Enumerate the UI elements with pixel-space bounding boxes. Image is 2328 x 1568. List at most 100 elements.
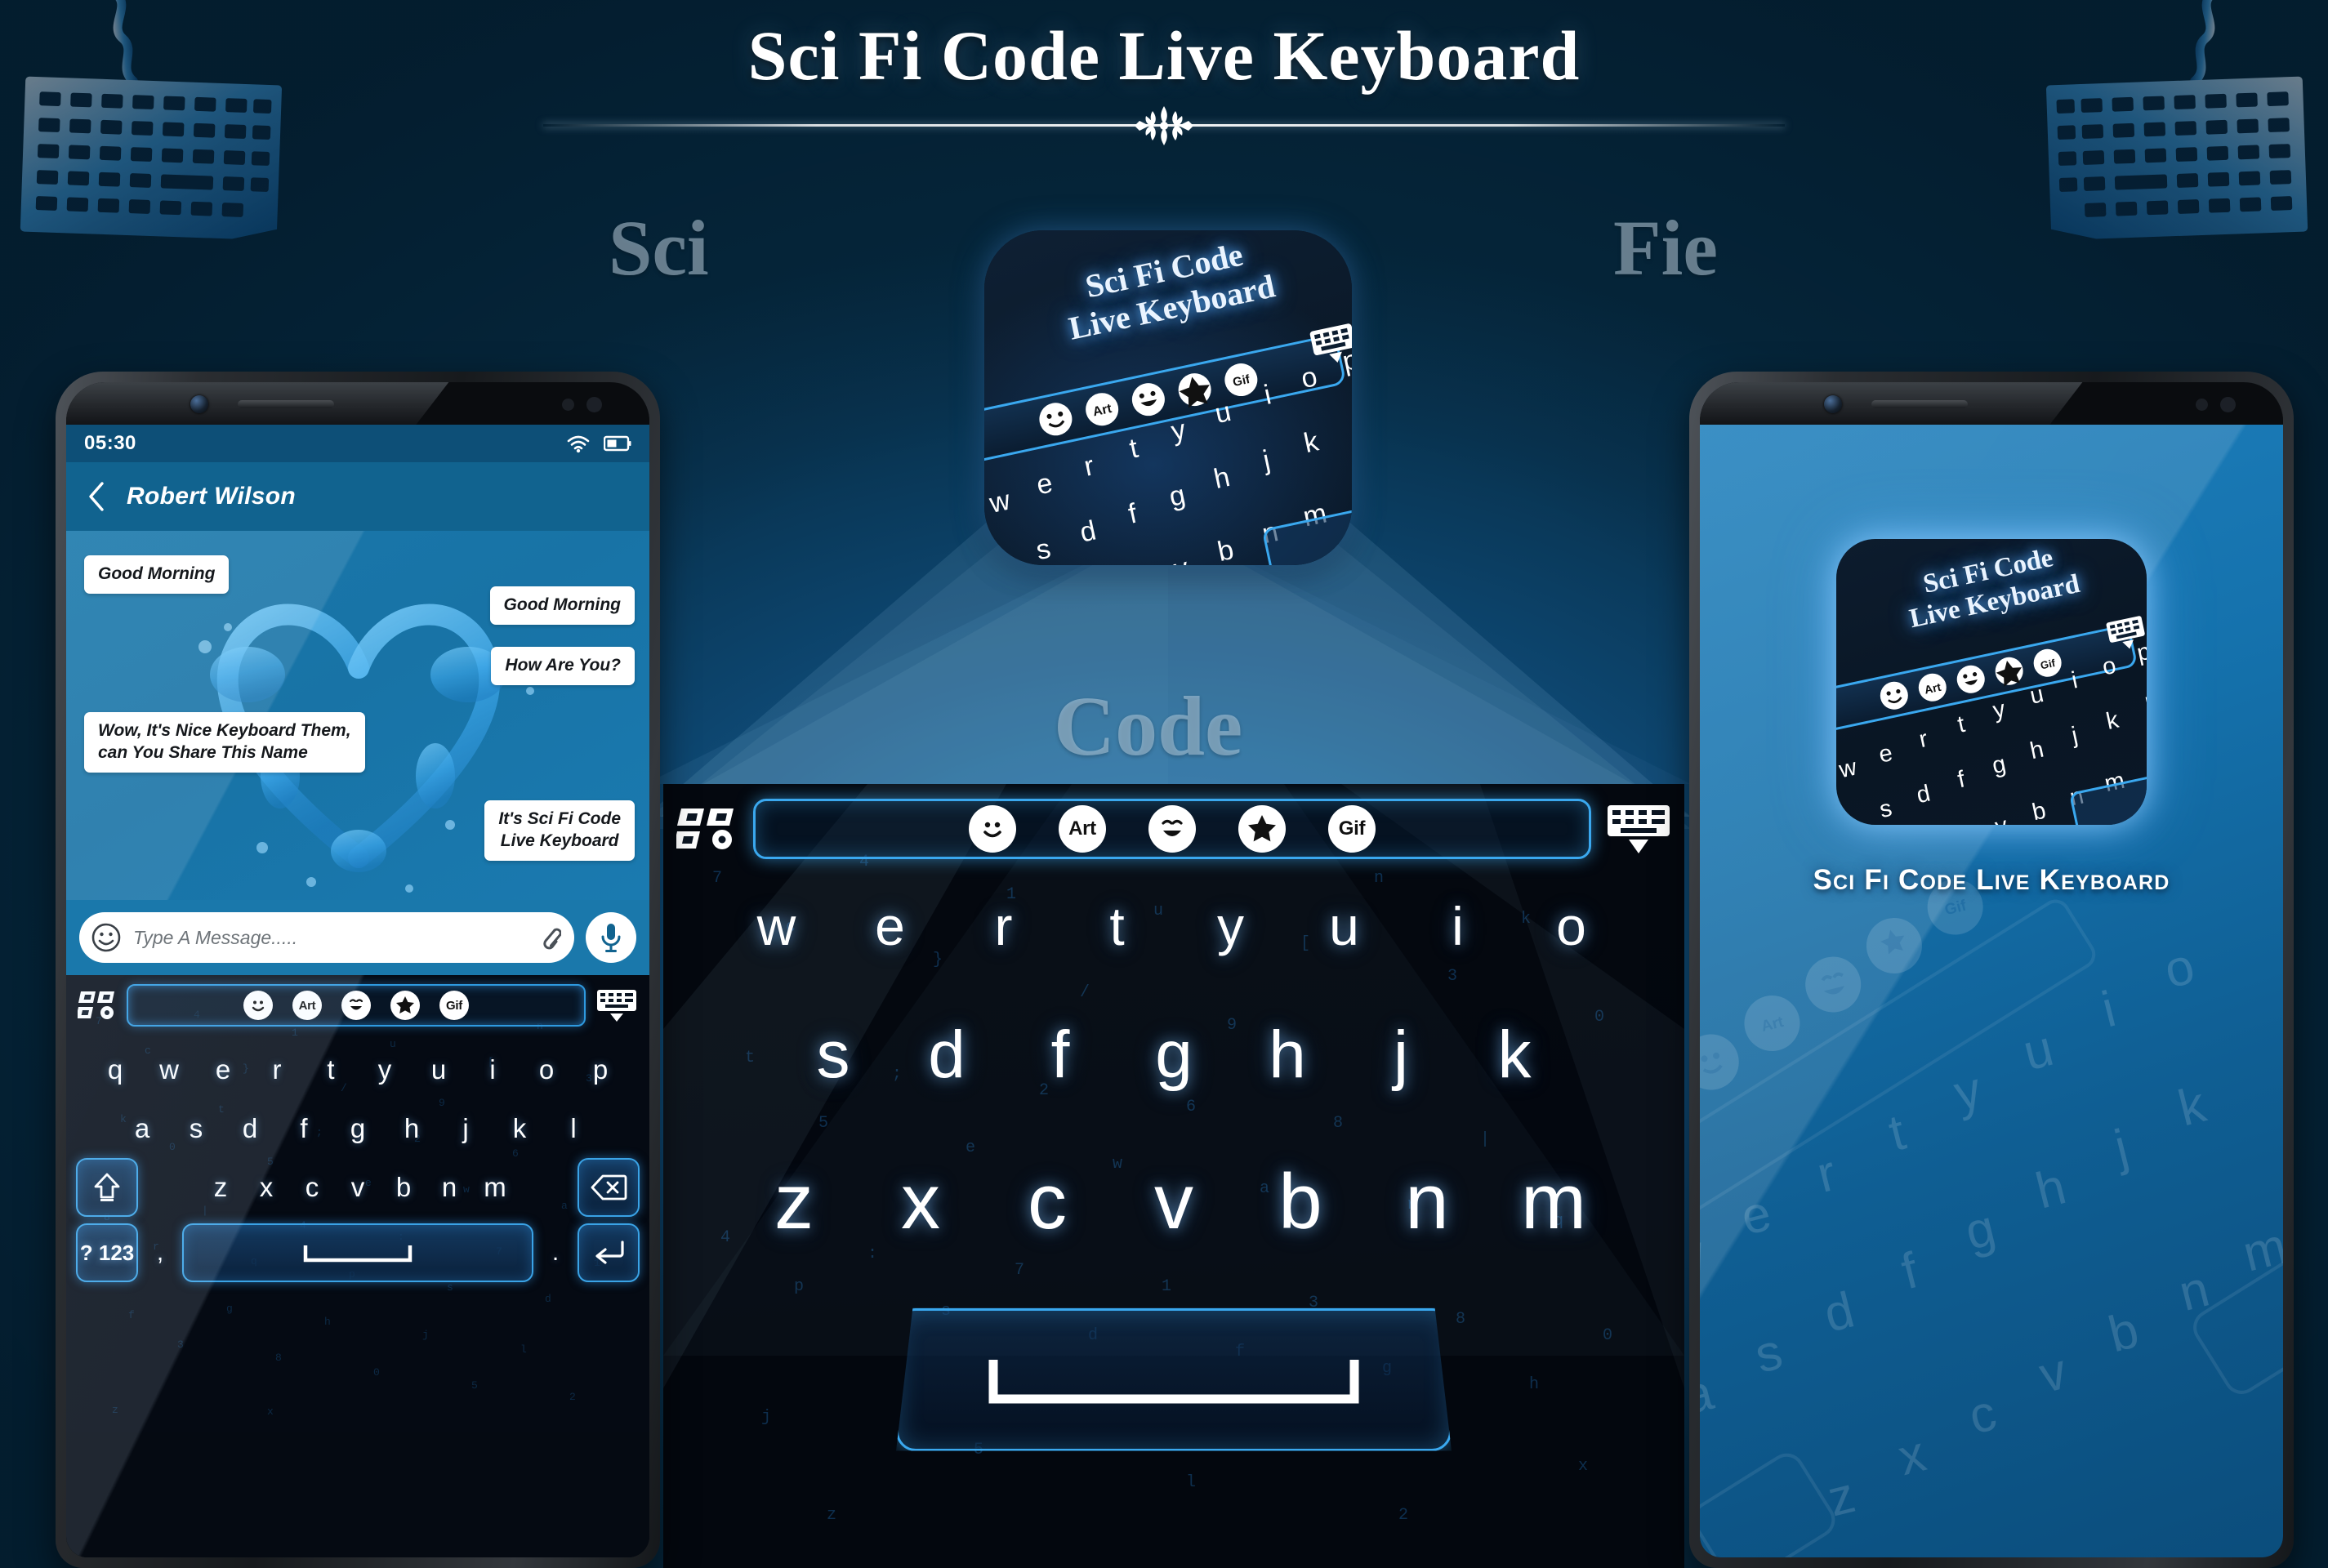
svg-text:h: h <box>2027 737 2045 765</box>
backspace-key[interactable] <box>578 1158 640 1217</box>
key[interactable]: j <box>1345 983 1458 1126</box>
comma-key[interactable]: , <box>146 1239 174 1267</box>
key[interactable]: n <box>1364 1126 1491 1277</box>
laugh-icon[interactable] <box>1148 805 1196 853</box>
key[interactable]: y <box>358 1040 412 1099</box>
key[interactable]: d <box>223 1099 277 1158</box>
key[interactable]: f <box>1004 983 1117 1126</box>
art-icon[interactable]: Art <box>292 991 322 1020</box>
ornament-divider-icon <box>1135 106 1193 145</box>
laugh-icon[interactable] <box>341 991 371 1020</box>
key[interactable]: t <box>1060 869 1174 983</box>
key[interactable]: c <box>984 1126 1111 1277</box>
key[interactable]: v <box>335 1158 381 1217</box>
key[interactable]: b <box>381 1158 426 1217</box>
key[interactable]: s <box>777 983 890 1126</box>
wifi-icon <box>567 435 590 453</box>
svg-text:r: r <box>1812 1145 1842 1204</box>
svg-text:d: d <box>1818 1282 1859 1343</box>
keyboard-suggestion-bar[interactable]: Art Gif <box>753 799 1591 859</box>
app-grid-icon[interactable] <box>78 987 117 1023</box>
key[interactable]: v <box>1111 1126 1238 1277</box>
keyboard-suggestion-bar[interactable]: Art Gif <box>127 984 586 1027</box>
key[interactable]: r <box>250 1040 304 1099</box>
key[interactable]: q <box>88 1040 142 1099</box>
key[interactable]: e <box>196 1040 250 1099</box>
key[interactable]: m <box>472 1158 518 1217</box>
app-icon[interactable]: Sci Fi Code Live Keyboard Art Gif w e r … <box>1836 539 2147 825</box>
svg-text:v: v <box>2034 1343 2072 1404</box>
svg-text:y: y <box>1991 696 2008 724</box>
app-icon[interactable]: Sci Fi Code Live Keyboard Art Gif w e r … <box>984 230 1352 565</box>
key[interactable]: u <box>1287 869 1401 983</box>
space-key[interactable] <box>896 1307 1452 1451</box>
svg-text:n: n <box>2174 1261 2214 1322</box>
svg-text:w: w <box>1836 754 1860 783</box>
voice-record-button[interactable] <box>586 912 636 963</box>
key[interactable]: c <box>289 1158 335 1217</box>
key[interactable]: w <box>720 869 833 983</box>
key[interactable]: j <box>439 1099 493 1158</box>
period-key[interactable]: . <box>542 1239 569 1267</box>
key[interactable]: n <box>426 1158 472 1217</box>
key[interactable]: x <box>243 1158 289 1217</box>
key[interactable]: k <box>493 1099 546 1158</box>
svg-text:g: g <box>1960 1200 2000 1261</box>
gif-icon[interactable]: Gif <box>1328 805 1376 853</box>
key[interactable]: b <box>1238 1126 1364 1277</box>
key[interactable]: l <box>546 1099 600 1158</box>
art-icon[interactable]: Art <box>1059 805 1106 853</box>
key[interactable]: d <box>890 983 1004 1126</box>
svg-text:y: y <box>1168 414 1189 448</box>
svg-text:k: k <box>2173 1076 2212 1138</box>
key[interactable]: s <box>169 1099 223 1158</box>
app-grid-icon[interactable] <box>676 803 738 855</box>
star-icon[interactable] <box>390 991 420 1020</box>
smiley-icon[interactable] <box>243 991 273 1020</box>
key[interactable]: a <box>115 1099 169 1158</box>
message-bubble: Good Morning <box>84 555 230 594</box>
star-icon[interactable] <box>1238 805 1286 853</box>
smiley-icon[interactable] <box>91 922 122 953</box>
key[interactable]: g <box>331 1099 385 1158</box>
key[interactable]: o <box>520 1040 573 1099</box>
key[interactable]: t <box>304 1040 358 1099</box>
key[interactable]: i <box>1401 869 1514 983</box>
shift-key[interactable] <box>76 1158 138 1217</box>
keyboard-hide-icon[interactable] <box>595 987 638 1023</box>
enter-key[interactable] <box>578 1223 640 1282</box>
key[interactable]: h <box>1231 983 1345 1126</box>
keyboard-toolbar: Art Gif <box>66 975 649 1036</box>
key[interactable]: p <box>573 1040 627 1099</box>
key[interactable]: z <box>198 1158 243 1217</box>
key[interactable]: x <box>858 1126 984 1277</box>
gif-icon[interactable]: Gif <box>439 991 469 1020</box>
key[interactable]: z <box>731 1126 858 1277</box>
sensor-icon <box>562 399 574 411</box>
keyboard-hide-icon[interactable] <box>1606 803 1671 855</box>
keyboard-row-3: z x c v b n m <box>663 1126 1684 1277</box>
svg-text:g: g <box>1990 751 2008 780</box>
key[interactable]: f <box>277 1099 331 1158</box>
numbers-key[interactable]: ? 123 <box>76 1223 138 1282</box>
key[interactable]: i <box>466 1040 520 1099</box>
key[interactable]: g <box>1117 983 1231 1126</box>
svg-text:a: a <box>988 550 1009 565</box>
back-chevron-icon[interactable] <box>87 481 105 512</box>
key[interactable]: y <box>1174 869 1287 983</box>
space-key[interactable] <box>182 1223 533 1282</box>
key[interactable]: h <box>385 1099 439 1158</box>
svg-text:l: l <box>2143 693 2147 720</box>
key[interactable]: w <box>142 1040 196 1099</box>
battery-icon <box>604 435 631 452</box>
paperclip-icon[interactable] <box>538 922 561 953</box>
key[interactable]: u <box>412 1040 466 1099</box>
key[interactable]: r <box>947 869 1060 983</box>
message-input-field[interactable]: Type A Message..... <box>79 912 574 963</box>
key[interactable]: m <box>1491 1126 1617 1277</box>
key[interactable]: e <box>833 869 947 983</box>
smiley-icon[interactable] <box>969 805 1016 853</box>
key[interactable]: k <box>1458 983 1572 1126</box>
front-camera-icon <box>1824 395 1842 413</box>
key[interactable]: o <box>1514 869 1628 983</box>
